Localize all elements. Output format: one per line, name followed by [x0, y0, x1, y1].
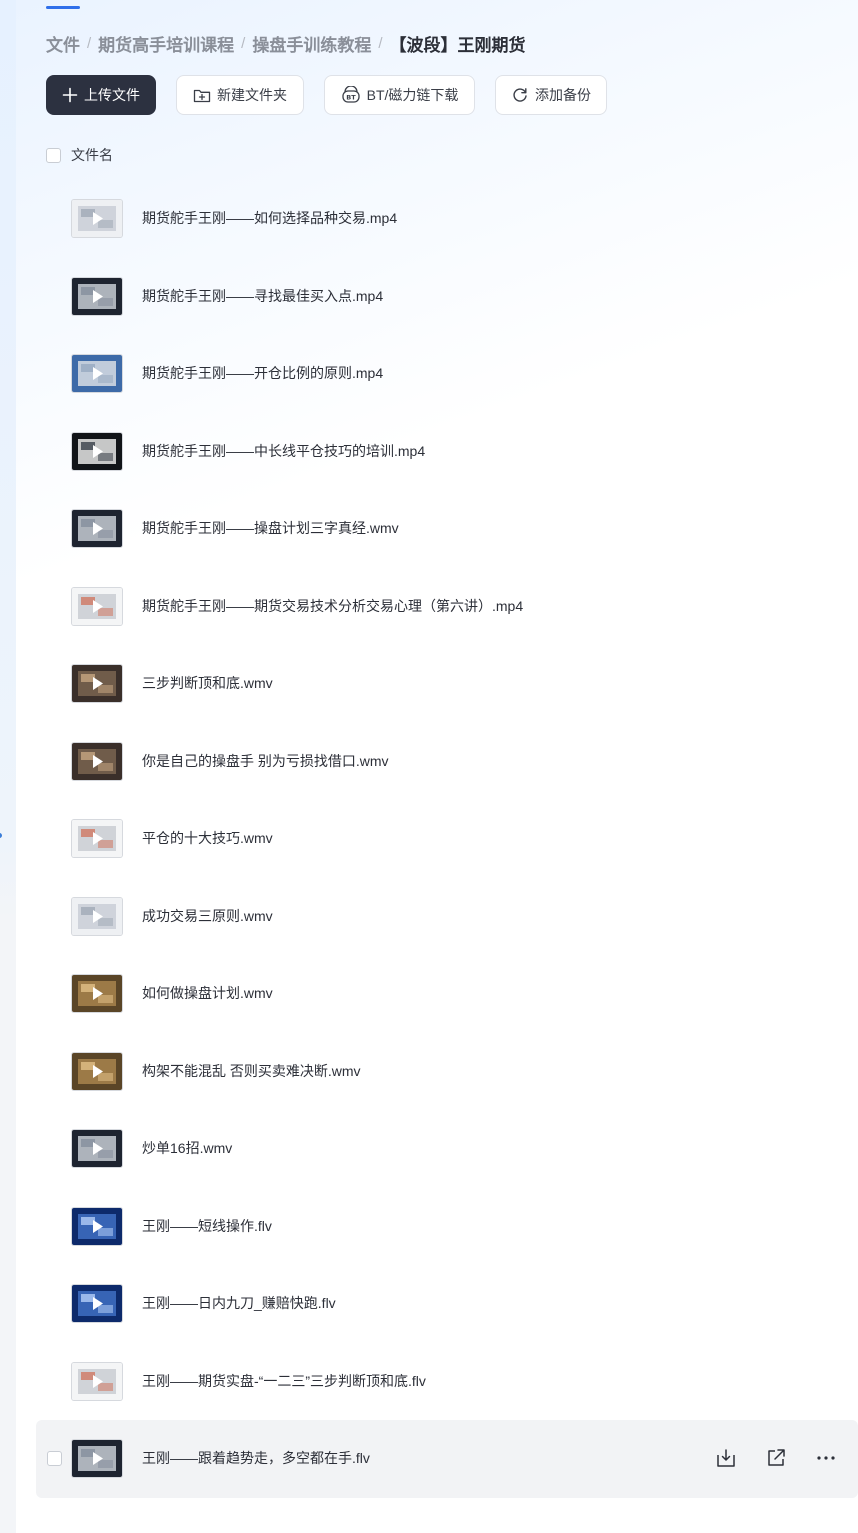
video-thumbnail[interactable] [72, 665, 122, 702]
main-panel: 文件 / 期货高手培训课程 / 操盘手训练教程 / 【波段】王刚期货 上传文件 … [16, 0, 858, 1533]
new-folder-label: 新建文件夹 [217, 87, 287, 103]
video-thumbnail[interactable] [72, 510, 122, 547]
file-manager-page: 文件 / 期货高手培训课程 / 操盘手训练教程 / 【波段】王刚期货 上传文件 … [0, 0, 858, 1533]
file-name[interactable]: 你是自己的操盘手 别为亏损找借口.wmv [142, 751, 389, 771]
video-thumbnail[interactable] [72, 1285, 122, 1322]
select-all-checkbox[interactable] [46, 147, 61, 163]
toolbar: 上传文件 新建文件夹 BT BT/磁力链下载 添加备份 [46, 75, 607, 115]
file-name[interactable]: 如何做操盘计划.wmv [142, 983, 273, 1003]
active-tab-indicator [46, 6, 80, 9]
video-thumbnail[interactable] [72, 897, 122, 935]
sync-icon [511, 86, 529, 104]
file-row[interactable]: 平仓的十大技巧.wmv [36, 800, 858, 878]
file-name[interactable]: 期货舵手王刚——中长线平仓技巧的培训.mp4 [142, 441, 425, 461]
file-row[interactable]: 期货舵手王刚——开仓比例的原则.mp4 [36, 335, 858, 413]
video-thumbnail[interactable] [72, 432, 122, 470]
file-row[interactable]: 王刚——期货实盘-“一二三”三步判断顶和底.flv [36, 1343, 858, 1421]
more-options-icon[interactable] [814, 1446, 838, 1470]
video-thumbnail[interactable] [72, 1052, 122, 1090]
file-row[interactable]: 期货舵手王刚——如何选择品种交易.mp4 [36, 180, 858, 258]
new-folder-button[interactable]: 新建文件夹 [176, 75, 304, 115]
share-icon[interactable] [764, 1446, 788, 1470]
breadcrumb-current-folder: 【波段】王刚期货 [389, 35, 526, 55]
left-rail [0, 0, 16, 1533]
file-name[interactable]: 三步判断顶和底.wmv [142, 673, 273, 693]
breadcrumb-separator: / [87, 34, 92, 52]
upload-file-button[interactable]: 上传文件 [46, 75, 156, 115]
breadcrumb-item-files[interactable]: 文件 [46, 31, 80, 56]
bt-icon: BT [341, 86, 361, 104]
file-name[interactable]: 王刚——日内九刀_赚赔快跑.flv [142, 1293, 336, 1313]
file-name[interactable]: 平仓的十大技巧.wmv [142, 828, 273, 848]
video-thumbnail[interactable] [72, 820, 122, 857]
column-header-filename[interactable]: 文件名 [71, 145, 113, 165]
file-row[interactable]: 期货舵手王刚——操盘计划三字真经.wmv [36, 490, 858, 568]
video-thumbnail[interactable] [72, 975, 122, 1012]
video-thumbnail[interactable] [72, 587, 122, 625]
folder-plus-icon [193, 87, 211, 103]
video-thumbnail[interactable] [72, 742, 122, 780]
file-name[interactable]: 期货舵手王刚——如何选择品种交易.mp4 [142, 208, 397, 228]
video-thumbnail[interactable] [72, 277, 122, 315]
video-thumbnail[interactable] [72, 1207, 122, 1245]
file-row[interactable]: 期货舵手王刚——中长线平仓技巧的培训.mp4 [36, 413, 858, 491]
list-header: 文件名 [46, 144, 113, 166]
file-row[interactable]: 成功交易三原则.wmv [36, 878, 858, 956]
file-list: 期货舵手王刚——如何选择品种交易.mp4 期货舵手王刚——寻找最佳买入点.mp4 期… [36, 180, 858, 1498]
file-row-checkbox[interactable] [47, 1451, 62, 1466]
file-row[interactable]: 构架不能混乱 否则买卖难决断.wmv [36, 1033, 858, 1111]
bt-download-label: BT/磁力链下载 [366, 87, 459, 103]
breadcrumb-separator: / [378, 34, 383, 52]
file-row[interactable]: 如何做操盘计划.wmv [36, 955, 858, 1033]
file-name[interactable]: 期货舵手王刚——操盘计划三字真经.wmv [142, 518, 399, 538]
breadcrumb: 文件 / 期货高手培训课程 / 操盘手训练教程 / 【波段】王刚期货 [46, 31, 526, 55]
file-name[interactable]: 构架不能混乱 否则买卖难决断.wmv [142, 1061, 361, 1081]
video-thumbnail[interactable] [72, 355, 122, 392]
file-row[interactable]: 三步判断顶和底.wmv [36, 645, 858, 723]
video-thumbnail[interactable] [72, 1130, 122, 1167]
svg-text:BT: BT [346, 94, 356, 102]
breadcrumb-separator: / [241, 34, 246, 52]
add-backup-button[interactable]: 添加备份 [495, 75, 607, 115]
file-name[interactable]: 王刚——跟着趋势走，多空都在手.flv [142, 1448, 370, 1468]
breadcrumb-item-tutorial[interactable]: 操盘手训练教程 [252, 31, 371, 56]
file-row[interactable]: 期货舵手王刚——寻找最佳买入点.mp4 [36, 258, 858, 336]
file-row[interactable]: 炒单16招.wmv [36, 1110, 858, 1188]
breadcrumb-item-course[interactable]: 期货高手培训课程 [98, 31, 234, 56]
file-name[interactable]: 成功交易三原则.wmv [142, 906, 273, 926]
file-name[interactable]: 期货舵手王刚——寻找最佳买入点.mp4 [142, 286, 383, 306]
plus-icon [62, 87, 78, 103]
file-row[interactable]: 王刚——跟着趋势走，多空都在手.flv [36, 1420, 858, 1498]
file-name[interactable]: 王刚——短线操作.flv [142, 1216, 272, 1236]
file-name[interactable]: 炒单16招.wmv [142, 1138, 232, 1158]
file-row[interactable]: 王刚——短线操作.flv [36, 1188, 858, 1266]
file-name[interactable]: 期货舵手王刚——期货交易技术分析交易心理（第六讲）.mp4 [142, 596, 523, 616]
file-row[interactable]: 你是自己的操盘手 别为亏损找借口.wmv [36, 723, 858, 801]
file-row[interactable]: 王刚——日内九刀_赚赔快跑.flv [36, 1265, 858, 1343]
video-thumbnail[interactable] [72, 1362, 122, 1400]
file-name[interactable]: 王刚——期货实盘-“一二三”三步判断顶和底.flv [142, 1371, 426, 1391]
download-icon[interactable] [714, 1446, 738, 1470]
file-row[interactable]: 期货舵手王刚——期货交易技术分析交易心理（第六讲）.mp4 [36, 568, 858, 646]
rail-indicator-dot [0, 833, 2, 838]
file-row-actions [714, 1446, 838, 1470]
video-thumbnail[interactable] [72, 1440, 122, 1477]
add-backup-label: 添加备份 [535, 87, 591, 103]
video-thumbnail[interactable] [72, 200, 122, 237]
bt-magnet-download-button[interactable]: BT BT/磁力链下载 [324, 75, 475, 115]
file-name[interactable]: 期货舵手王刚——开仓比例的原则.mp4 [142, 363, 383, 383]
upload-file-label: 上传文件 [84, 87, 140, 103]
